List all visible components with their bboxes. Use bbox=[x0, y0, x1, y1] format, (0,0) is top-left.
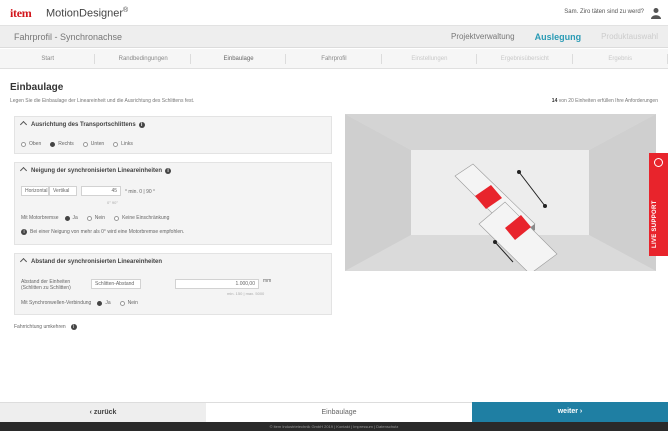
nav-produktauswahl: Produktauswahl bbox=[601, 32, 658, 41]
sync-label: Mit Synchronwellen-Verbindung bbox=[21, 300, 92, 306]
page-title: Einbaulage bbox=[10, 82, 64, 93]
radio-oben[interactable]: Oben bbox=[21, 141, 41, 147]
abstand-value-input[interactable]: 1.000,00 bbox=[175, 279, 259, 289]
wizard-steps: Start Randbedingungen Einbaulage Fahrpro… bbox=[0, 49, 668, 69]
ausrichtung-options: Oben Rechts Unten Links bbox=[21, 141, 142, 147]
user-icon[interactable] bbox=[651, 7, 661, 19]
next-button[interactable]: weiter › bbox=[472, 402, 668, 422]
project-nav: Projektverwaltung Auslegung Produktauswa… bbox=[441, 26, 668, 48]
motorbremse-row: Mit Motorbremse Ja Nein Keine Einschränk… bbox=[21, 215, 178, 221]
abstand-type-select[interactable]: Schlitten-Abstand bbox=[91, 279, 141, 289]
step-ergebnis: Ergebnis bbox=[573, 49, 668, 68]
angle-hint: 0° 90° bbox=[107, 200, 118, 205]
chevron-up-icon bbox=[19, 120, 28, 129]
matching-units-count: 14 von 20 Einheiten erfüllen Ihre Anford… bbox=[551, 98, 658, 104]
page-intro: Legen Sie die Einbaulage der Lineareinhe… bbox=[10, 98, 195, 104]
abstand-hint: min. 150 | max. 5000 bbox=[227, 291, 265, 296]
radio-motor-ja[interactable]: Ja bbox=[64, 215, 78, 221]
radio-links[interactable]: Links bbox=[113, 141, 133, 147]
step-einbaulage[interactable]: Einbaulage bbox=[191, 49, 287, 68]
chevron-up-icon bbox=[19, 257, 28, 266]
radio-indicator bbox=[82, 141, 88, 147]
sync-row: Mit Synchronwellen-Verbindung Ja Nein bbox=[21, 300, 147, 306]
abstand-unit: mm bbox=[263, 278, 272, 284]
top-bar: item MotionDesigner® Sam. Ziro täten sin… bbox=[0, 0, 668, 26]
radio-indicator bbox=[86, 215, 92, 221]
radio-indicator bbox=[113, 141, 119, 147]
info-icon: i bbox=[21, 229, 27, 235]
info-icon[interactable]: i bbox=[138, 122, 145, 128]
live-support-tab[interactable]: LIVE SUPPORT bbox=[649, 153, 668, 256]
item-logo[interactable]: item bbox=[10, 6, 32, 21]
section-neigung-header[interactable]: Neigung der synchronisierten Lineareinhe… bbox=[19, 166, 172, 175]
step-ergebnisuebersicht: Ergebnisübersicht bbox=[477, 49, 573, 68]
support-icon bbox=[654, 158, 663, 167]
motorbremse-label: Mit Motorbremse bbox=[21, 215, 59, 221]
abstand-sublabel: (Schlitten zu Schlitten) bbox=[21, 285, 71, 291]
radio-unten[interactable]: Unten bbox=[82, 141, 104, 147]
user-menu-link[interactable]: Sam. Ziro täten sind zu werd? bbox=[564, 9, 644, 15]
nav-projektverwaltung[interactable]: Projektverwaltung bbox=[441, 26, 525, 48]
app-name: MotionDesigner® bbox=[46, 7, 129, 20]
bottom-bar: ‹ zurück Einbaulage weiter › bbox=[0, 402, 668, 422]
live-support-label: LIVE SUPPORT bbox=[652, 200, 658, 248]
footer-copyright: © item Industrietechnik GmbH 2019 | Kont… bbox=[0, 422, 668, 431]
back-button[interactable]: ‹ zurück bbox=[0, 402, 206, 422]
radio-indicator bbox=[64, 215, 70, 221]
radio-motor-nein[interactable]: Nein bbox=[86, 215, 105, 221]
chevron-up-icon bbox=[19, 166, 28, 175]
angle-input[interactable]: 45 bbox=[81, 186, 121, 196]
radio-rechts[interactable]: Rechts bbox=[50, 141, 74, 147]
radio-motor-egal[interactable]: Keine Einschränkung bbox=[114, 215, 169, 221]
project-title: Fahrprofil - Synchronachse bbox=[14, 32, 123, 42]
radio-indicator bbox=[50, 141, 56, 147]
section-ausrichtung: Ausrichtung des Transportschlittens i Obe… bbox=[14, 116, 332, 154]
radio-indicator bbox=[97, 300, 103, 306]
section-neigung: Neigung der synchronisierten Lineareinhe… bbox=[14, 162, 332, 245]
step-start[interactable]: Start bbox=[0, 49, 96, 68]
step-randbedingungen[interactable]: Randbedingungen bbox=[95, 49, 192, 68]
orientation-horizontal-button[interactable]: Horizontal bbox=[21, 186, 49, 196]
3d-preview[interactable] bbox=[345, 114, 656, 271]
radio-sync-nein[interactable]: Nein bbox=[119, 300, 138, 306]
section-abstand: Abstand der synchronisierten Lineareinhe… bbox=[14, 253, 332, 315]
step-fahrprofil[interactable]: Fahrprofil bbox=[286, 49, 383, 68]
orientation-vertikal-button[interactable]: Vertikal bbox=[49, 186, 77, 196]
info-icon: i bbox=[70, 324, 77, 330]
radio-indicator bbox=[21, 141, 26, 147]
fahrrichtung-link[interactable]: Fahrrichtung umkehren i bbox=[14, 324, 77, 330]
step-einstellungen: Einstellungen bbox=[382, 49, 478, 68]
info-icon[interactable]: i bbox=[165, 168, 172, 174]
radio-sync-ja[interactable]: Ja bbox=[97, 300, 111, 306]
section-ausrichtung-header[interactable]: Ausrichtung des Transportschlittens i bbox=[19, 120, 145, 129]
project-bar: Fahrprofil - Synchronachse Projektverwal… bbox=[0, 26, 668, 48]
motor-info: i Bei einer Neigung von mehr als 0° wird… bbox=[21, 229, 184, 235]
radio-indicator bbox=[114, 215, 120, 221]
current-step-label: Einbaulage bbox=[206, 402, 472, 422]
angle-unit: ° min. 0 | 90 ° bbox=[125, 189, 156, 195]
section-abstand-header[interactable]: Abstand der synchronisierten Lineareinhe… bbox=[19, 257, 162, 266]
nav-auslegung[interactable]: Auslegung bbox=[525, 26, 592, 48]
radio-indicator bbox=[119, 300, 125, 306]
